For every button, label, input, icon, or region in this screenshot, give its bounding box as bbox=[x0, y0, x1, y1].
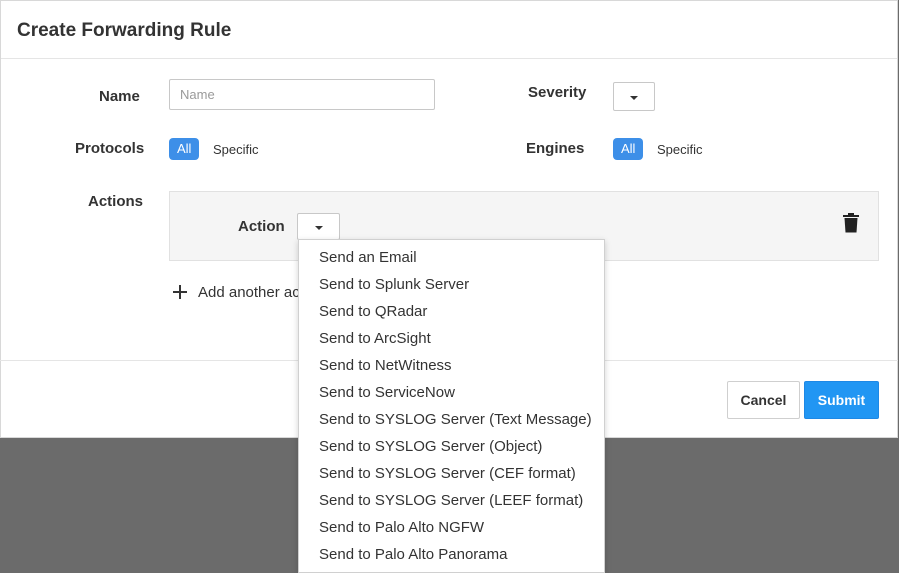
action-menu-item[interactable]: Send to SYSLOG Server (CEF format) bbox=[299, 460, 604, 487]
action-menu-item[interactable]: Send to QRadar bbox=[299, 298, 604, 325]
action-menu-item[interactable]: Send to SYSLOG Server (Text Message) bbox=[299, 406, 604, 433]
action-menu-item[interactable]: Send to Palo Alto Panorama bbox=[299, 541, 604, 568]
severity-label: Severity bbox=[528, 84, 587, 101]
caret-down-icon bbox=[314, 225, 323, 230]
submit-button[interactable]: Submit bbox=[804, 381, 879, 419]
protocols-all-toggle[interactable]: All bbox=[169, 138, 200, 160]
actions-label: Actions bbox=[88, 193, 144, 210]
modal-title: Create Forwarding Rule bbox=[17, 20, 232, 41]
add-another-action-label: Add another action bbox=[198, 284, 308, 301]
engines-specific-toggle[interactable]: Specific bbox=[657, 142, 703, 157]
protocols-specific-toggle[interactable]: Specific bbox=[213, 142, 259, 157]
caret-down-icon bbox=[630, 95, 638, 100]
action-menu-item[interactable]: Send to Palo Alto NGFW bbox=[299, 514, 604, 541]
action-menu-item[interactable]: Send to Splunk Server bbox=[299, 271, 604, 298]
action-dropdown[interactable] bbox=[297, 213, 340, 240]
action-menu-item[interactable]: Send to NetWitness bbox=[299, 352, 604, 379]
protocols-label: Protocols bbox=[75, 140, 145, 157]
engines-label: Engines bbox=[526, 140, 585, 157]
cancel-button[interactable]: Cancel bbox=[727, 381, 800, 419]
action-menu-item[interactable]: Send to ServiceNow bbox=[299, 379, 604, 406]
action-menu-item[interactable]: Send to SYSLOG Server (Object) bbox=[299, 433, 604, 460]
engines-all-toggle[interactable]: All bbox=[613, 138, 644, 160]
action-menu-item[interactable]: Send to ArcSight bbox=[299, 325, 604, 352]
action-menu-item[interactable]: Send an Email bbox=[299, 244, 604, 271]
action-menu-item[interactable]: Send to SYSLOG Server (LEEF format) bbox=[299, 487, 604, 514]
trash-icon[interactable] bbox=[843, 213, 859, 233]
action-label: Action bbox=[238, 218, 285, 235]
severity-dropdown[interactable] bbox=[613, 82, 655, 111]
name-label: Name bbox=[99, 88, 140, 105]
name-input[interactable] bbox=[169, 79, 435, 110]
action-dropdown-menu: Send an Email Send to Splunk Server Send t… bbox=[298, 239, 605, 573]
plus-icon bbox=[173, 285, 187, 299]
